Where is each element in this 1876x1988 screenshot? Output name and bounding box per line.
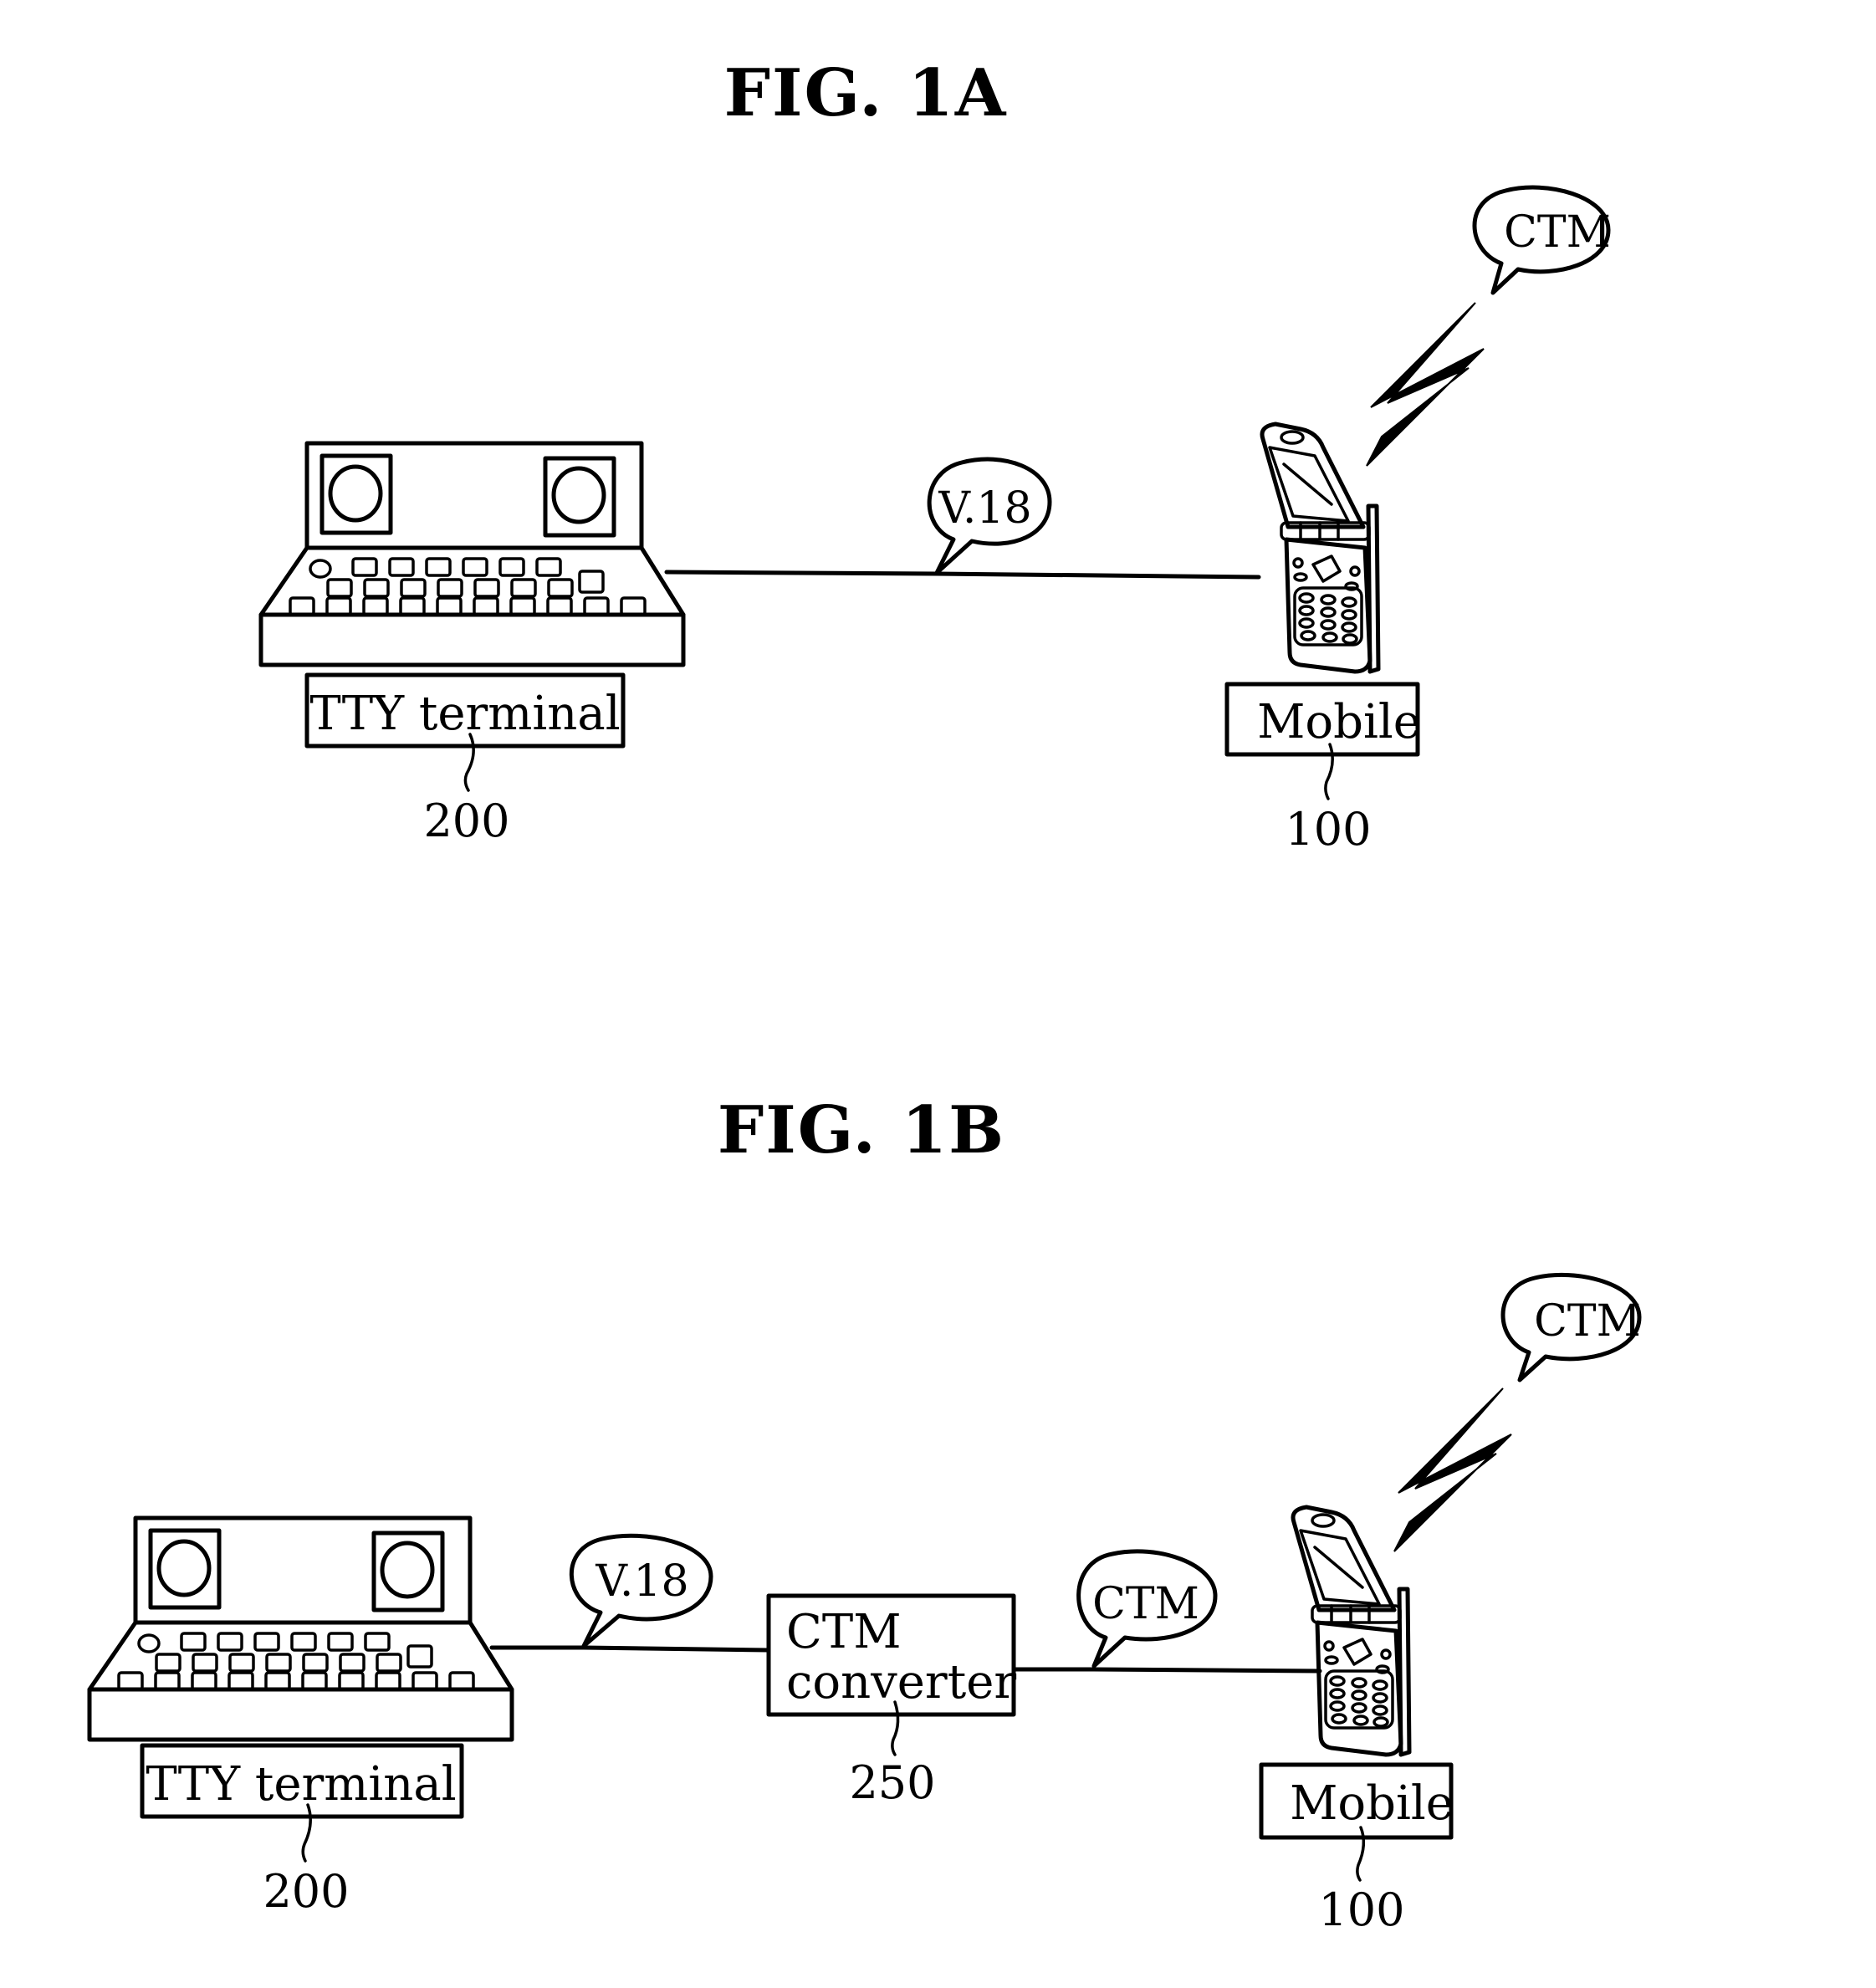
converter-ref-number: 250 <box>849 1756 935 1809</box>
ctm-air-speech-bubble: CTM <box>1472 185 1611 295</box>
mobile-ref-number: 100 <box>1285 803 1371 856</box>
ctm-link-line <box>1011 1667 1322 1674</box>
tty-terminal-icon <box>89 1518 512 1740</box>
tty-ref-number: 200 <box>263 1865 349 1918</box>
converter-leader-line <box>891 1700 900 1756</box>
figure-1b: FIG. 1B TTY terminal 200 V.18 CTM conver… <box>89 1092 1642 1936</box>
v18-bubble-text: V.18 <box>595 1556 688 1607</box>
figure-title: FIG. 1A <box>724 55 1008 131</box>
ctm-converter: CTM converter <box>766 1593 1016 1717</box>
mobile-label: Mobile <box>1290 1776 1454 1831</box>
tty-leader-line <box>463 733 475 792</box>
tty-label: TTY terminal <box>146 1757 456 1812</box>
v18-speech-bubble: V.18 <box>927 457 1052 575</box>
v18-link-line <box>489 1645 771 1653</box>
ctm-air-speech-bubble: CTM <box>1500 1273 1642 1382</box>
v18-speech-bubble: V.18 <box>569 1533 713 1648</box>
wireless-signal-icon <box>1366 302 1485 467</box>
ctm-bubble-text: CTM <box>1092 1579 1199 1629</box>
patent-figure-sheet: FIG. 1A TTY terminal 200 V.18 CTM Mobile… <box>0 55 1642 1936</box>
mobile-ref-number: 100 <box>1318 1883 1404 1936</box>
mobile-leader-line <box>1356 1826 1366 1882</box>
tty-label: TTY terminal <box>309 687 620 741</box>
tty-ref-number: 200 <box>423 795 509 847</box>
mobile-label: Mobile <box>1257 695 1421 749</box>
v18-link-line <box>664 570 1261 580</box>
figure-title: FIG. 1B <box>718 1092 1005 1168</box>
ctm-bubble-text: CTM <box>1534 1296 1641 1347</box>
tty-terminal-icon <box>261 443 683 665</box>
converter-label-line1: CTM <box>786 1605 902 1659</box>
converter-label-line2: converter <box>786 1655 1016 1709</box>
ctm-bubble-text: CTM <box>1504 207 1611 258</box>
mobile-phone-icon <box>1262 424 1378 672</box>
wireless-signal-icon <box>1393 1388 1512 1552</box>
v18-bubble-text: V.18 <box>938 483 1031 534</box>
mobile-phone-icon <box>1293 1507 1409 1755</box>
tty-leader-line <box>301 1803 312 1863</box>
figure-1a: FIG. 1A TTY terminal 200 V.18 CTM Mobile… <box>261 55 1611 856</box>
ctm-link-speech-bubble: CTM <box>1076 1549 1218 1669</box>
